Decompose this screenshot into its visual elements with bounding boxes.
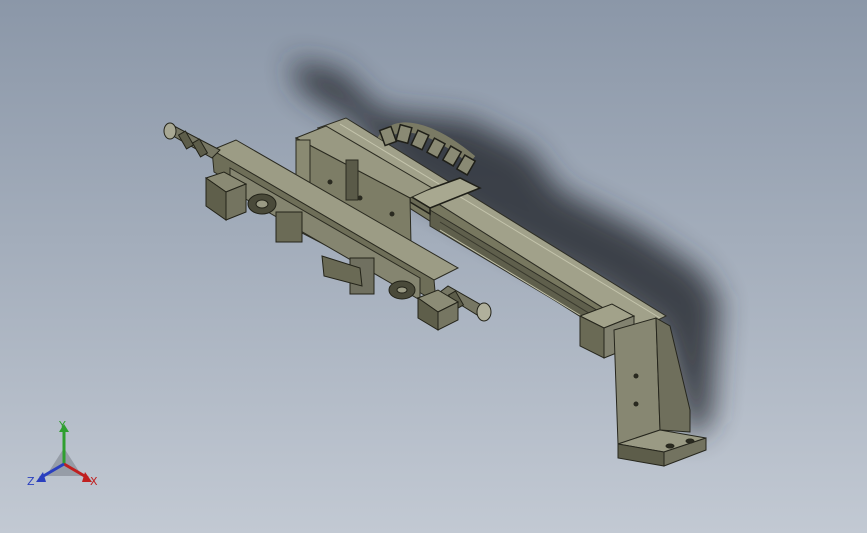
axis-triad: Y Z X [22, 418, 112, 498]
z-axis-label: Z [27, 475, 35, 488]
y-axis-label: Y [59, 419, 66, 432]
x-axis-label: X [90, 475, 98, 488]
cad-assembly-model[interactable] [0, 0, 867, 533]
axis-triad-graphic [36, 424, 92, 482]
graphics-viewport[interactable]: Y Z X [0, 0, 867, 533]
